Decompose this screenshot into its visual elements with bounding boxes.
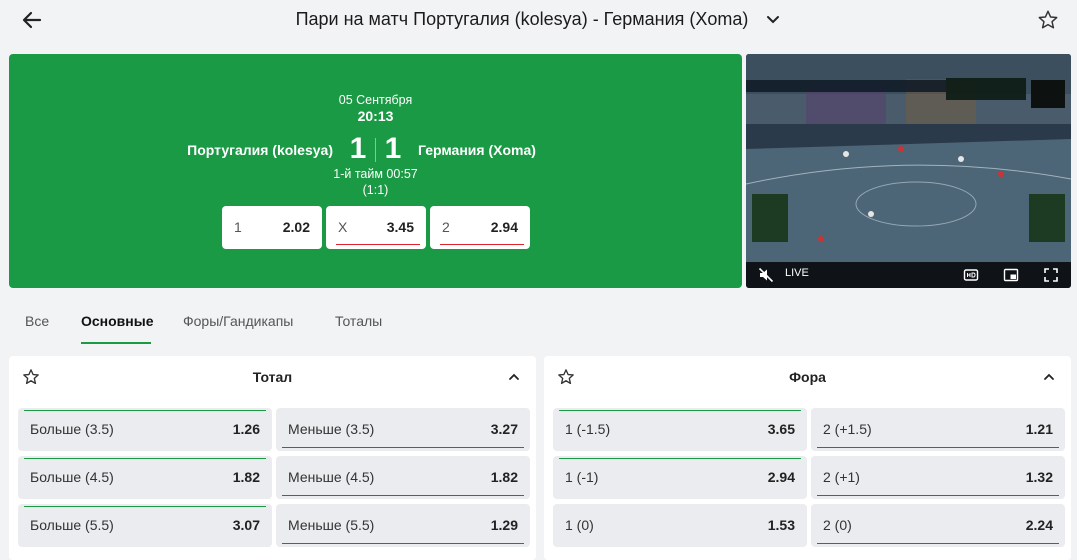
odds-drop-indicator — [817, 495, 1059, 496]
odds-drop-indicator — [282, 447, 524, 448]
chevron-up-icon[interactable] — [507, 370, 521, 384]
bet-cell[interactable]: 2 (+1.5) 1.21 — [811, 408, 1065, 451]
home-score: 1 — [349, 132, 367, 165]
live-label: LIVE — [785, 267, 809, 279]
odd-button-away[interactable]: 2 2.94 — [430, 206, 530, 249]
tab-totals[interactable]: Тоталы — [335, 313, 382, 329]
bet-odd: 3.27 — [490, 421, 518, 437]
picture-in-picture-icon[interactable] — [1003, 267, 1019, 283]
bet-odd: 1.26 — [232, 421, 260, 437]
bet-label: Больше (5.5) — [30, 517, 114, 533]
top-bar: Пари на матч Португалия (kolesya) - Герм… — [0, 0, 1077, 42]
bet-cell[interactable]: 1 (-1.5) 3.65 — [553, 408, 807, 451]
market-panel-total: Тотал Больше (3.5) 1.26 Меньше (3.5) 3.2… — [9, 356, 536, 560]
tab-main[interactable]: Основные — [81, 313, 154, 329]
bet-label: 1 (0) — [565, 517, 594, 533]
bet-odd: 3.65 — [767, 421, 795, 437]
odd-value: 2.02 — [282, 219, 310, 235]
bet-cell[interactable]: Больше (4.5) 1.82 — [18, 456, 272, 499]
odds-drop-indicator — [282, 495, 524, 496]
bet-odd: 1.21 — [1025, 421, 1053, 437]
away-score: 1 — [384, 132, 402, 165]
bet-odd: 1.32 — [1025, 469, 1053, 485]
bet-label: 1 (-1) — [565, 469, 599, 485]
bet-odd: 2.24 — [1025, 517, 1053, 533]
bet-cell[interactable]: Больше (3.5) 1.26 — [18, 408, 272, 451]
bet-cell[interactable]: Больше (5.5) 3.07 — [18, 504, 272, 547]
chevron-down-icon[interactable] — [765, 11, 781, 27]
active-tab-indicator — [81, 342, 151, 344]
bet-odd: 1.29 — [490, 517, 518, 533]
odds-rise-indicator — [24, 506, 266, 507]
bet-label: 2 (+1.5) — [823, 421, 872, 437]
mute-icon[interactable] — [758, 267, 774, 283]
video-frame — [746, 54, 1071, 262]
bet-cell[interactable]: Меньше (5.5) 1.29 — [276, 504, 530, 547]
match-scoreboard: 05 Сентября 20:13 Португалия (kolesya) 1… — [9, 54, 742, 288]
odd-button-draw[interactable]: X 3.45 — [326, 206, 426, 249]
bet-cell[interactable]: Меньше (3.5) 3.27 — [276, 408, 530, 451]
odds-drop-indicator — [282, 543, 524, 544]
match-period: 1-й тайм 00:57 — [333, 167, 418, 181]
bet-label: 2 (0) — [823, 517, 852, 533]
odds-drop-indicator — [817, 447, 1059, 448]
odd-value: 3.45 — [386, 219, 414, 235]
match-time: 20:13 — [357, 108, 394, 124]
odd-label: 1 — [234, 219, 242, 235]
odd-value: 2.94 — [490, 219, 518, 235]
home-team-name: Португалия (kolesya) — [187, 142, 333, 158]
bet-label: Меньше (4.5) — [288, 469, 375, 485]
bet-odd: 1.82 — [490, 469, 518, 485]
bet-label: 1 (-1.5) — [565, 421, 611, 437]
fullscreen-icon[interactable] — [1043, 267, 1059, 283]
bet-odd: 3.07 — [232, 517, 260, 533]
page-title[interactable]: Пари на матч Португалия (kolesya) - Герм… — [0, 9, 1077, 30]
bet-odd: 1.82 — [232, 469, 260, 485]
bet-cell[interactable]: 2 (+1) 1.32 — [811, 456, 1065, 499]
bet-odd: 1.53 — [767, 517, 795, 533]
panel-title: Фора — [789, 369, 826, 385]
odds-rise-indicator — [559, 410, 801, 411]
market-tabs: Все Основные Форы/Гандикапы Тоталы — [0, 300, 700, 346]
chevron-up-icon[interactable] — [1042, 370, 1056, 384]
bet-label: Больше (3.5) — [30, 421, 114, 437]
bet-cell[interactable]: Меньше (4.5) 1.82 — [276, 456, 530, 499]
odd-button-home[interactable]: 1 2.02 — [222, 206, 322, 249]
market-panel-handicap: Фора 1 (-1.5) 3.65 2 (+1.5) 1.21 1 (-1) … — [544, 356, 1071, 560]
odds-drop-indicator — [440, 244, 524, 245]
odds-rise-indicator — [24, 410, 266, 411]
bet-label: Меньше (3.5) — [288, 421, 375, 437]
star-icon[interactable] — [1037, 9, 1059, 31]
away-team-name: Германия (Xoma) — [418, 142, 536, 158]
odd-label: X — [338, 219, 348, 235]
odds-drop-indicator — [336, 244, 420, 245]
odds-rise-indicator — [24, 458, 266, 459]
odds-drop-indicator — [817, 543, 1059, 544]
bet-cell[interactable]: 1 (-1) 2.94 — [553, 456, 807, 499]
hd-quality-icon[interactable] — [963, 267, 979, 283]
bet-label: Меньше (5.5) — [288, 517, 375, 533]
odd-label: 2 — [442, 219, 450, 235]
score-divider — [375, 138, 376, 162]
live-video-player[interactable]: LIVE — [746, 54, 1071, 288]
tab-handicaps[interactable]: Форы/Гандикапы — [183, 313, 293, 329]
bet-cell[interactable]: 1 (0) 1.53 — [553, 504, 807, 547]
bet-label: 2 (+1) — [823, 469, 860, 485]
panel-title: Тотал — [252, 369, 293, 385]
bet-cell[interactable]: 2 (0) 2.24 — [811, 504, 1065, 547]
half-score: (1:1) — [362, 183, 389, 197]
tab-all[interactable]: Все — [25, 313, 49, 329]
bet-label: Больше (4.5) — [30, 469, 114, 485]
match-date: 05 Сентября — [338, 93, 413, 107]
bet-odd: 2.94 — [767, 469, 795, 485]
page-title-text: Пари на матч Португалия (kolesya) - Герм… — [295, 9, 749, 29]
odds-rise-indicator — [559, 458, 801, 459]
video-controls: LIVE — [746, 262, 1071, 288]
